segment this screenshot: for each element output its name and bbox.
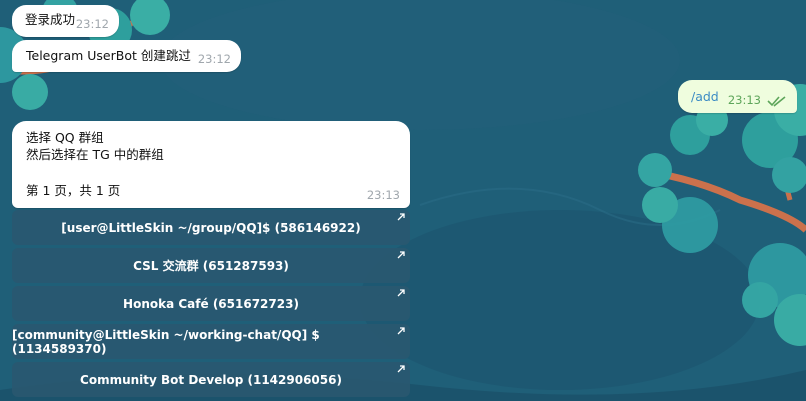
page-indicator: 第 1 页，共 1 页	[26, 183, 121, 198]
message-time: 23:12	[197, 52, 231, 66]
inline-button-label: [user@LittleSkin ~/group/QQ]$ (586146922…	[61, 220, 361, 235]
external-link-arrow-icon	[397, 251, 405, 259]
inline-button-group-3[interactable]: Honoka Café (651672723)	[12, 286, 410, 321]
inline-button-label: CSL 交流群 (651287593)	[133, 259, 289, 273]
inline-button-label: Community Bot Develop (1142906056)	[80, 372, 342, 387]
command-link[interactable]: /add	[691, 89, 719, 104]
message-line: 选择 QQ 群组	[26, 130, 104, 145]
inline-button-group-2[interactable]: CSL 交流群 (651287593)	[12, 248, 410, 283]
message-spacer	[26, 163, 410, 182]
inline-button-label: Honoka Café (651672723)	[123, 296, 299, 311]
message-select-group[interactable]: 选择 QQ 群组 然后选择在 TG 中的群组 第 1 页，共 1 页 23:13	[12, 121, 410, 208]
inline-button-group-1[interactable]: [user@LittleSkin ~/group/QQ]$ (586146922…	[12, 210, 410, 245]
inline-button-group-5[interactable]: Community Bot Develop (1142906056)	[12, 362, 410, 397]
message-time: 23:13	[727, 93, 761, 107]
message-text: Telegram UserBot 创建跳过	[26, 48, 191, 63]
external-link-arrow-icon	[397, 327, 405, 335]
external-link-arrow-icon	[397, 365, 405, 373]
message-time: 23:12	[75, 17, 109, 31]
external-link-arrow-icon	[397, 213, 405, 221]
message-time: 23:13	[366, 188, 400, 202]
message-text: 登录成功	[25, 12, 76, 27]
message-login-success[interactable]: 登录成功 23:12	[12, 5, 119, 37]
external-link-arrow-icon	[397, 289, 405, 297]
double-check-icon	[767, 96, 786, 107]
inline-button-group-4[interactable]: [community@LittleSkin ~/working-chat/QQ]…	[12, 324, 410, 359]
inline-button-label: [community@LittleSkin ~/working-chat/QQ]…	[12, 327, 320, 356]
message-line: 然后选择在 TG 中的群组	[26, 147, 164, 162]
message-userbot-skipped[interactable]: Telegram UserBot 创建跳过 23:12	[12, 40, 241, 72]
message-add-command[interactable]: /add 23:13	[678, 80, 797, 113]
